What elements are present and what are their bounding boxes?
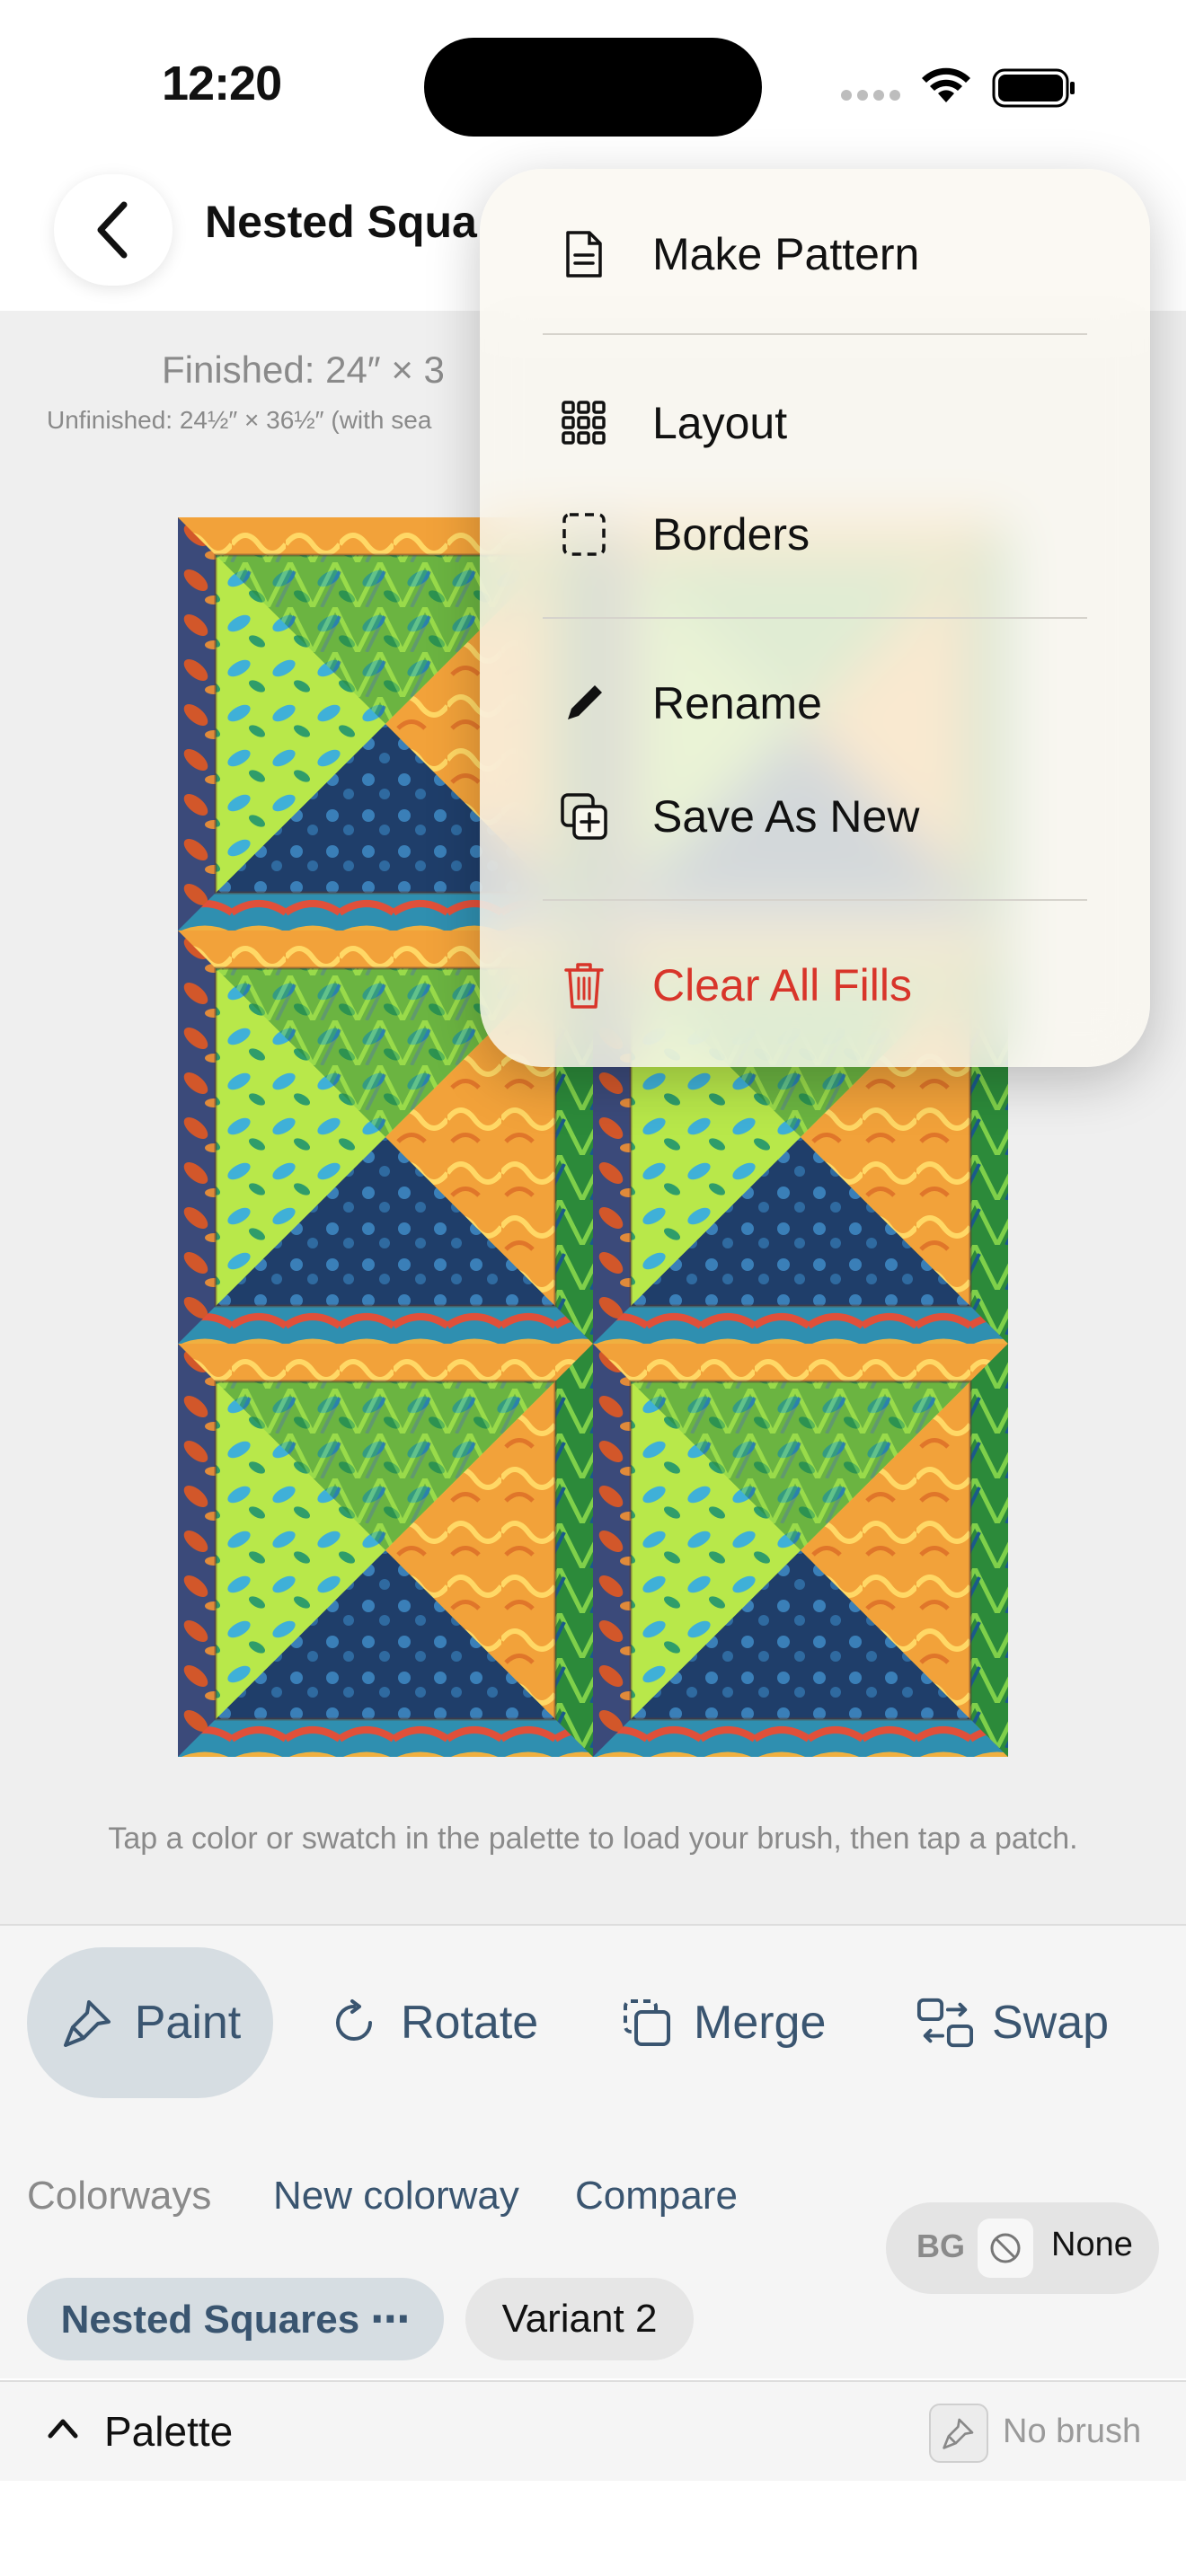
- paintbrush-icon: [59, 1994, 117, 2051]
- new-colorway-link[interactable]: New colorway: [273, 2174, 519, 2219]
- menu-item-clear-all-fills[interactable]: Clear All Fills: [480, 936, 1150, 1035]
- back-button[interactable]: [54, 174, 173, 286]
- document-icon: [559, 229, 609, 279]
- paint-tool-button[interactable]: Paint: [27, 1947, 273, 2098]
- menu-divider: [543, 333, 1087, 335]
- menu-item-borders[interactable]: Borders: [480, 485, 1150, 584]
- dynamic-island: [424, 38, 762, 137]
- menu-item-layout[interactable]: Layout: [480, 374, 1150, 472]
- swap-tool-button[interactable]: Swap: [916, 1947, 1109, 2098]
- brush-status: No brush: [1003, 2413, 1142, 2450]
- battery-icon: [992, 68, 1075, 108]
- paintbrush-icon: [943, 2418, 974, 2449]
- grid-icon: [559, 398, 609, 448]
- bg-value: None: [1051, 2226, 1133, 2263]
- pencil-icon: [559, 678, 609, 728]
- unfinished-size-text: Unfinished: 24½″ × 36½″ (with sea: [47, 406, 432, 434]
- swap-icon: [916, 1994, 974, 2051]
- colorways-label: Colorways: [27, 2174, 212, 2218]
- merge-tool-button[interactable]: Merge: [618, 1947, 826, 2098]
- status-time: 12:20: [162, 57, 282, 110]
- colorway-chip-nested-squares[interactable]: Nested Squares ⋯: [27, 2278, 444, 2360]
- colorway-chip-variant-2[interactable]: Variant 2: [465, 2278, 694, 2360]
- menu-item-make-pattern[interactable]: Make Pattern: [480, 205, 1150, 304]
- page-title: Nested Squa: [205, 197, 477, 247]
- finished-size-text: Finished: 24″ × 3: [162, 348, 445, 391]
- palette-label: Palette: [104, 2408, 234, 2455]
- plus-copy-icon: [559, 791, 609, 842]
- cellular-signal-icon: [841, 90, 900, 101]
- merge-icon: [618, 1994, 676, 2051]
- menu-divider: [543, 899, 1087, 901]
- rotate-icon: [325, 1994, 383, 2051]
- context-menu: Make Pattern Layout Borders Rename Save …: [480, 169, 1150, 1067]
- bg-label: BG: [916, 2228, 965, 2264]
- menu-item-save-as-new[interactable]: Save As New: [480, 767, 1150, 866]
- compare-link[interactable]: Compare: [575, 2174, 738, 2219]
- dashed-square-icon: [559, 509, 609, 560]
- chevron-left-icon: [97, 201, 128, 259]
- chevron-up-icon[interactable]: [45, 2411, 81, 2447]
- menu-divider: [543, 617, 1087, 619]
- no-background-icon: [978, 2219, 1033, 2278]
- rotate-tool-button[interactable]: Rotate: [325, 1947, 538, 2098]
- wifi-icon: [922, 67, 970, 102]
- brush-indicator: [929, 2404, 988, 2463]
- trash-icon: [559, 960, 609, 1010]
- menu-item-rename[interactable]: Rename: [480, 654, 1150, 753]
- hint-text: Tap a color or swatch in the palette to …: [108, 1822, 1078, 1856]
